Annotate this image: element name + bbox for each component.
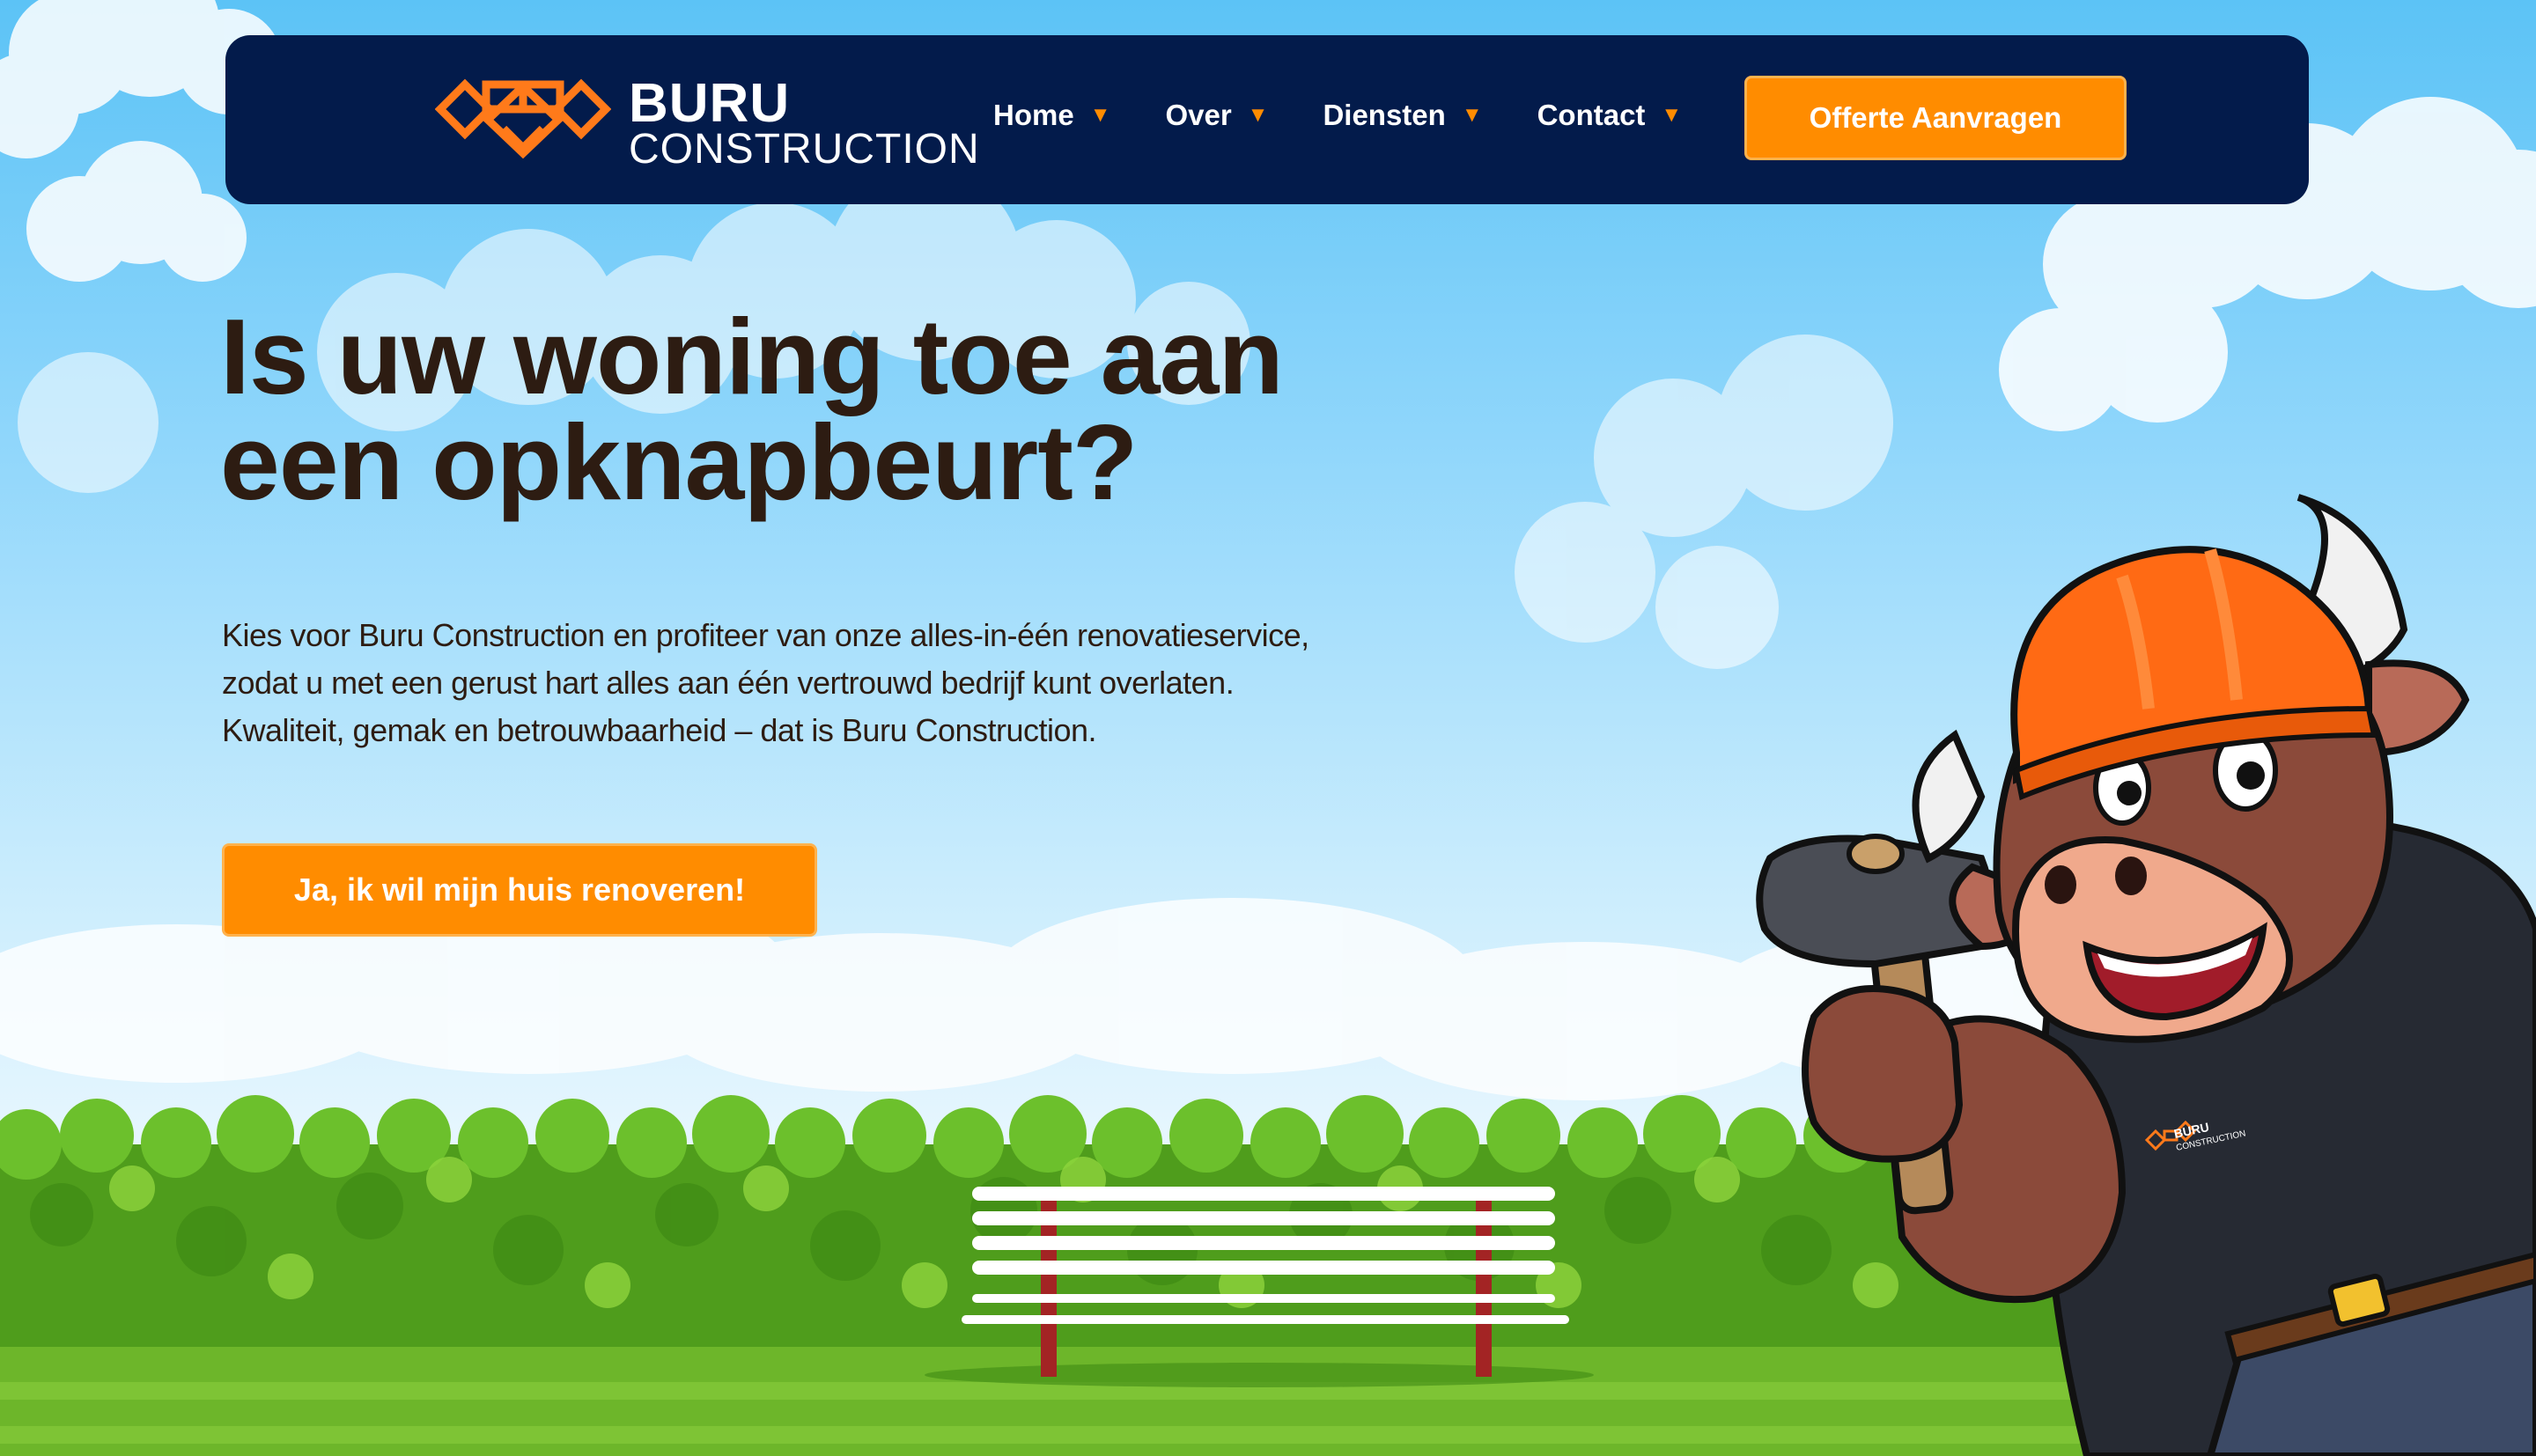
caret-down-icon: ▼	[1661, 103, 1683, 127]
brand-logo[interactable]: BURU CONSTRUCTION	[435, 65, 979, 180]
mascot-fist	[1802, 985, 1964, 1163]
nav-item-label: Contact	[1537, 99, 1646, 131]
mascot-nostril	[2045, 865, 2076, 904]
mascot-horn-left	[1912, 729, 1986, 864]
nav-item-label: Diensten	[1323, 99, 1446, 131]
brand-subtitle: CONSTRUCTION	[629, 126, 980, 173]
nav-item-home[interactable]: Home ▼	[993, 99, 1110, 132]
nav-item-label: Home	[993, 99, 1074, 131]
nav-item-diensten[interactable]: Diensten ▼	[1323, 99, 1482, 132]
hero-title-line-1: Is uw woning toe aan	[220, 297, 1284, 416]
caret-down-icon: ▼	[1247, 103, 1269, 127]
mascot-nostril	[2115, 857, 2147, 895]
caret-down-icon: ▼	[1089, 103, 1111, 127]
hero-description-line-3: Kwaliteit, gemak en betrouwbaarheid – da…	[222, 712, 1097, 748]
hero-description-line-1: Kies voor Buru Construction en profiteer…	[222, 617, 1309, 653]
hero-description: Kies voor Buru Construction en profiteer…	[222, 612, 1455, 754]
bench-shadow	[925, 1363, 1594, 1387]
nav-item-over[interactable]: Over ▼	[1165, 99, 1268, 132]
logo-roof-mark-icon	[435, 78, 611, 159]
nav-item-contact[interactable]: Contact ▼	[1537, 99, 1683, 132]
main-navigation: Home ▼ Over ▼ Diensten ▼ Contact ▼	[993, 99, 1736, 132]
mascot-ear-right	[2365, 659, 2470, 757]
hero-title-line-2: een opknapbeurt?	[220, 402, 1138, 522]
request-quote-button[interactable]: Offerte Aanvragen	[1744, 76, 2127, 160]
bull-mascot-illustration: BURU CONSTRUCTION	[1756, 494, 2536, 1456]
caret-down-icon: ▼	[1461, 103, 1483, 127]
site-header: BURU CONSTRUCTION Home ▼ Over ▼ Diensten…	[225, 35, 2309, 204]
belt-buckle-icon	[2327, 1273, 2391, 1327]
hero-description-line-2: zodat u met een gerust hart alles aan éé…	[222, 665, 1235, 701]
hero-title: Is uw woning toe aan een opknapbeurt?	[220, 303, 1453, 516]
renovate-cta-button[interactable]: Ja, ik wil mijn huis renoveren!	[222, 843, 817, 937]
nav-item-label: Over	[1165, 99, 1232, 131]
